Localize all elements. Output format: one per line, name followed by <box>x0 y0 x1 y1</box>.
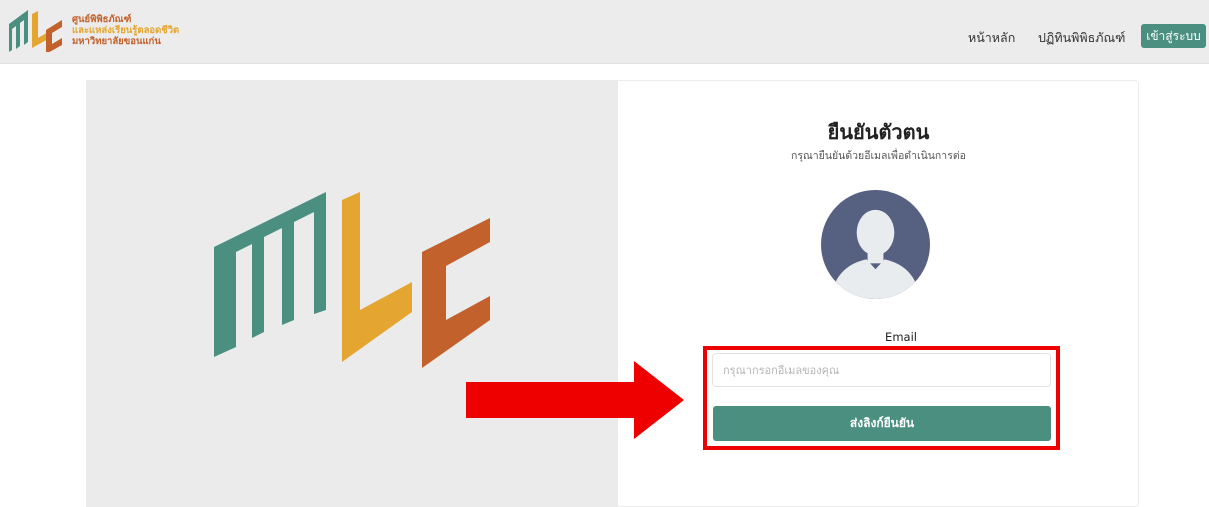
brand-home-link[interactable]: ศูนย์พิพิธภัณฑ์ และแหล่งเรียนรู้ตลอดชีวิ… <box>8 8 238 52</box>
nav-link-home[interactable]: หน้าหลัก <box>968 28 1015 48</box>
top-navbar: ศูนย์พิพิธภัณฑ์ และแหล่งเรียนรู้ตลอดชีวิ… <box>0 0 1209 64</box>
brand-line-3: มหาวิทยาลัยขอนแก่น <box>72 36 161 47</box>
brand-line-1: ศูนย์พิพิธภัณฑ์ <box>72 14 132 25</box>
mlc-logo-icon <box>9 10 62 52</box>
brand-line-2: และแหล่งเรียนรู้ตลอดชีวิต <box>72 25 180 36</box>
page-title: ยืนยันตัวตน <box>827 120 930 144</box>
red-arrow-right-icon <box>466 361 684 439</box>
page-subtitle: กรุณายืนยันด้วยอีเมลเพื่อดำเนินการต่อ <box>791 150 966 162</box>
mlc-large-logo-icon <box>214 192 490 368</box>
login-button[interactable]: เข้าสู่ระบบ <box>1141 24 1206 48</box>
highlight-box <box>703 346 1060 450</box>
nav-link-calendar[interactable]: ปฏิทินพิพิธภัณฑ์ <box>1038 28 1125 48</box>
email-label: Email <box>885 330 917 344</box>
user-avatar-icon <box>821 190 930 299</box>
brand-name: ศูนย์พิพิธภัณฑ์ และแหล่งเรียนรู้ตลอดชีวิ… <box>72 14 179 47</box>
